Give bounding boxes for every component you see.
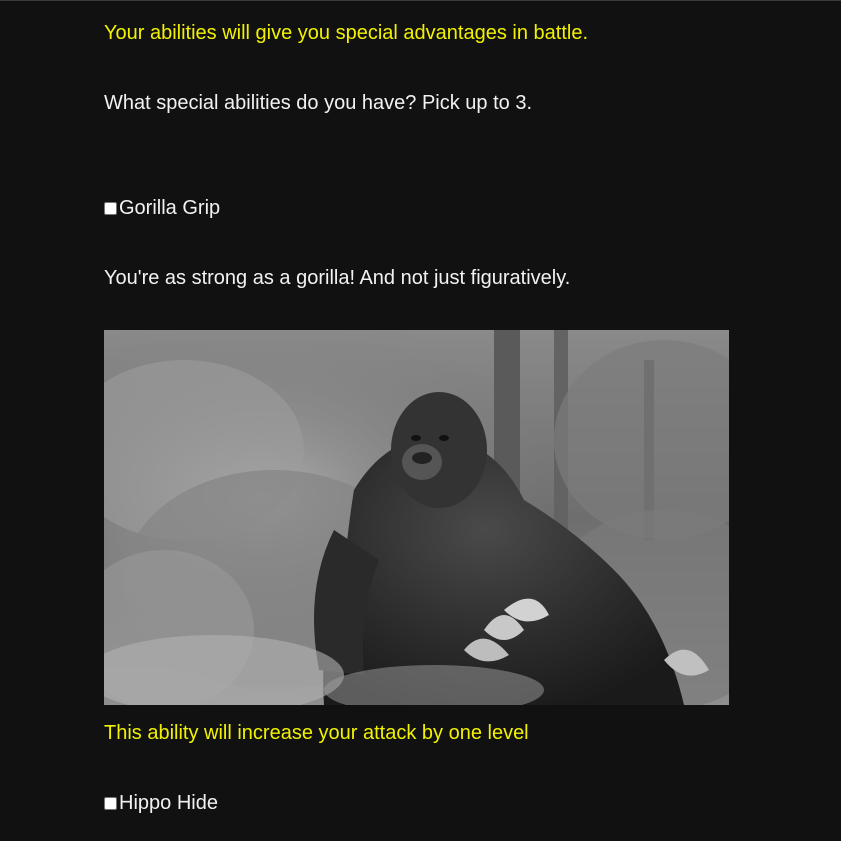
ability-question: What special abilities do you have? Pick… [104, 92, 533, 114]
hippo-hide-label: Hippo Hide [119, 792, 218, 814]
top-border [0, 0, 841, 1]
gorilla-grip-checkbox[interactable] [104, 201, 117, 215]
gorilla-grip-label: Gorilla Grip [119, 197, 221, 219]
ability-option-gorilla-grip[interactable]: Gorilla Grip [104, 196, 220, 220]
ability-option-hippo-hide[interactable]: Hippo Hide [104, 791, 218, 815]
gorilla-grip-description: You're as strong as a gorilla! And not j… [104, 267, 571, 289]
gorilla-photo [104, 330, 729, 705]
hippo-hide-checkbox[interactable] [104, 796, 117, 810]
battle-advantage-note: Your abilities will give you special adv… [104, 22, 588, 44]
gorilla-grip-effect: This ability will increase your attack b… [104, 722, 529, 744]
